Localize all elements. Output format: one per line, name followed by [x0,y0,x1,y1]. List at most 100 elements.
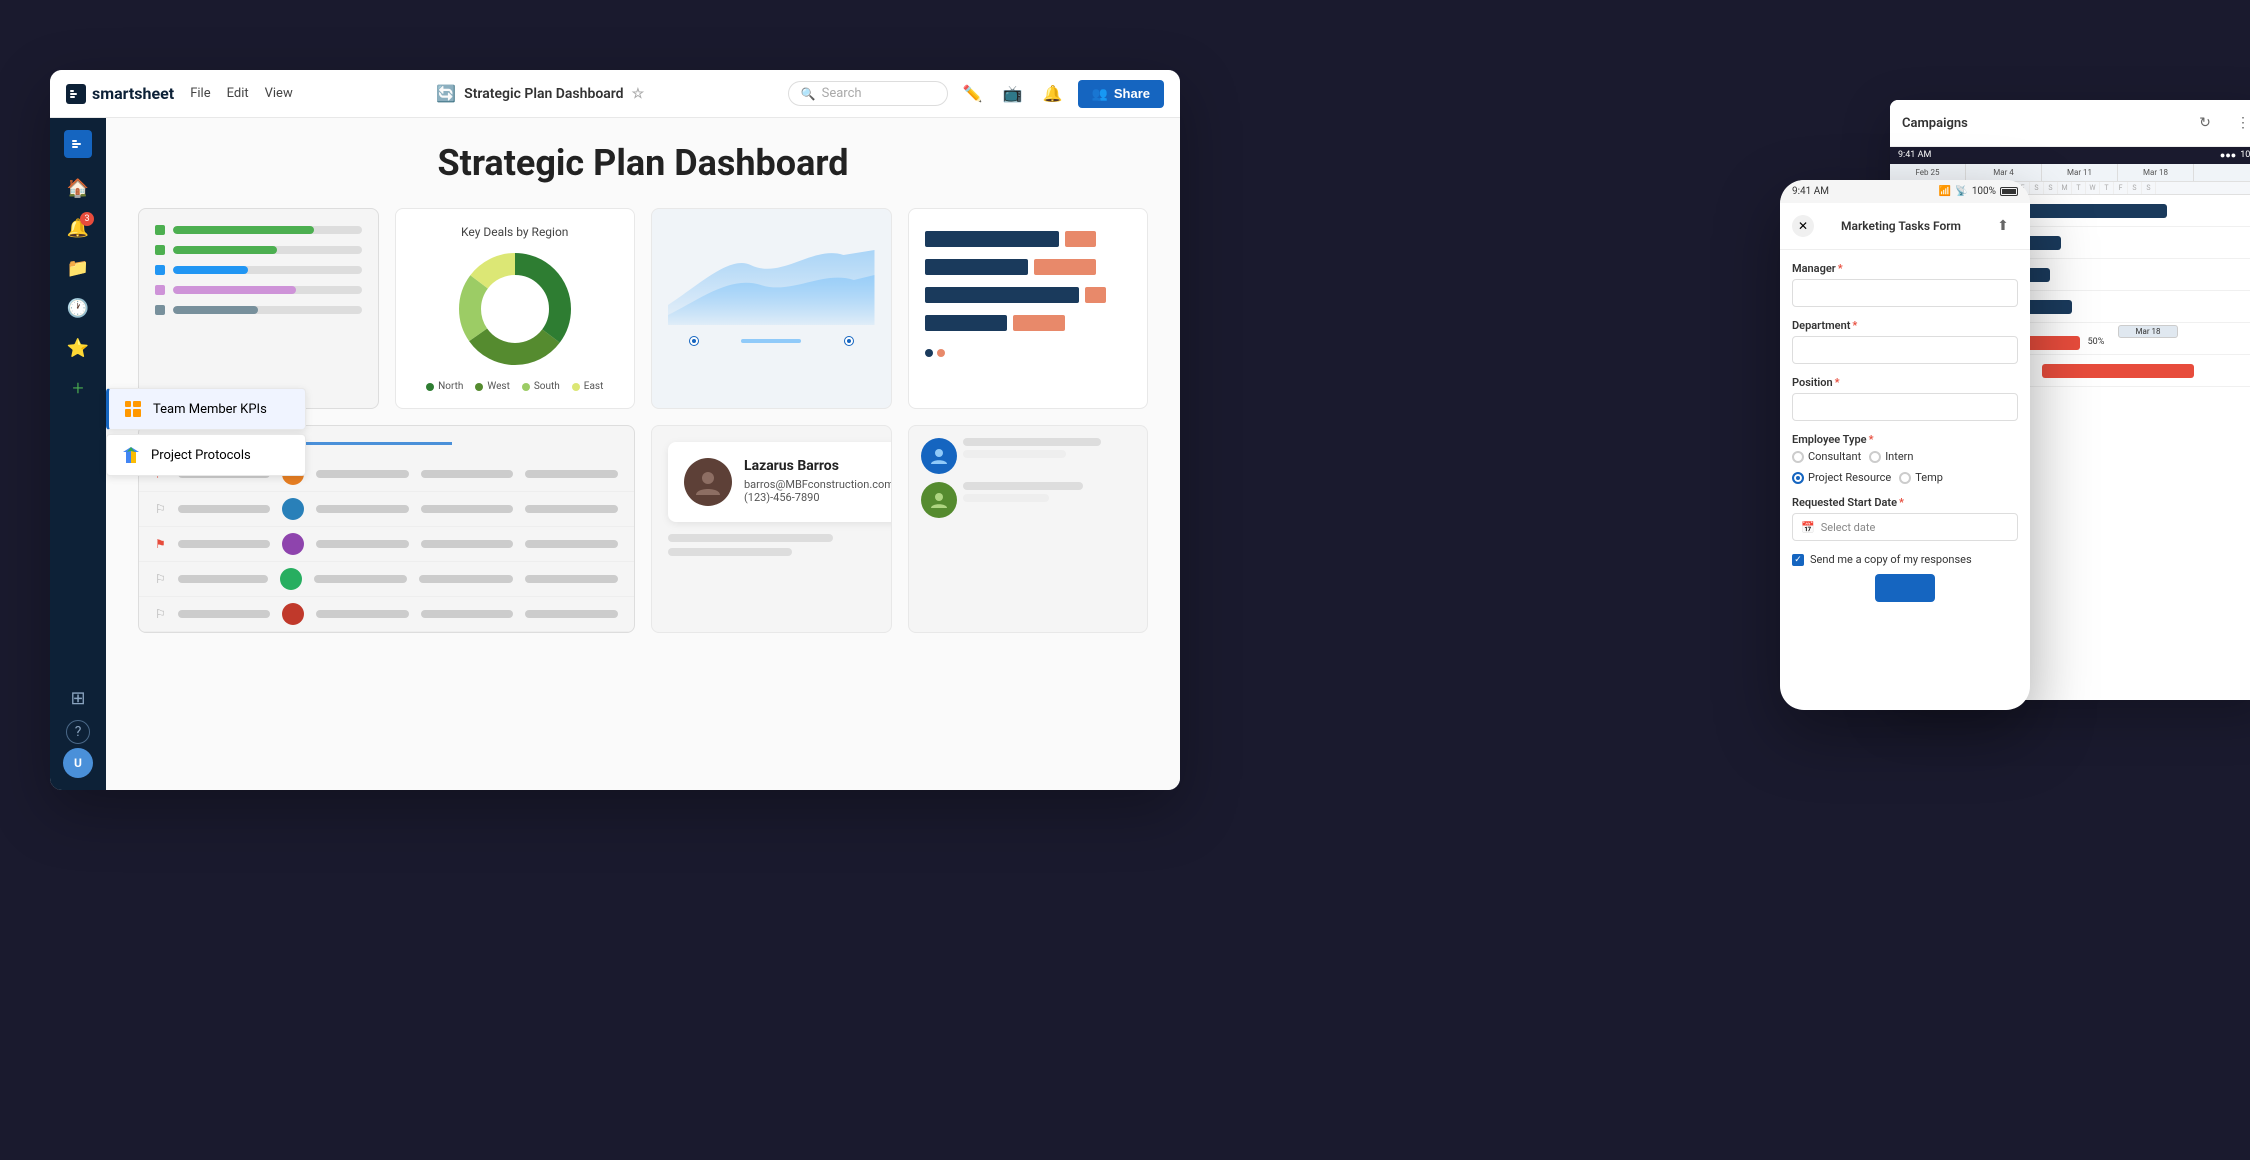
employee-type-label: Employee Type * [1792,433,2018,446]
calendar-icon: 📅 [1801,521,1815,534]
checkbox-copy[interactable]: ✓ [1792,554,1804,566]
donut-legend: North West South [412,381,619,392]
legend-west: West [475,381,509,392]
radio-project-resource[interactable]: Project Resource [1792,471,1891,484]
east-dot [572,383,580,391]
right-filler-2 [963,450,1067,458]
donut-title: Key Deals by Region [412,225,619,239]
gantt-day-t5: T [2100,182,2114,194]
contact-avatars-row: Lazarus Barros barros@MBFconstruction.co… [668,442,875,522]
logo-icon [66,84,86,104]
file-menu[interactable]: File [190,86,210,101]
present-icon[interactable]: 📺 [998,79,1028,109]
kpi-bar-fill-5 [173,306,258,314]
radio-temp[interactable]: Temp [1899,471,1943,484]
start-date-field: Requested Start Date * 📅 Select date [1792,496,2018,541]
position-input[interactable] [1792,393,2018,421]
radio-consultant[interactable]: Consultant [1792,450,1861,463]
logo-text: smartsheet [92,84,174,103]
edit-icon[interactable]: ✏️ [958,79,988,109]
kpi-dot-1 [155,225,165,235]
table-bar-17 [178,610,271,618]
protocols-icon [121,445,141,465]
table-bar-20 [525,610,618,618]
required-star-2: * [1852,319,1857,332]
widget-right [908,425,1149,633]
contact-avatar [684,458,732,506]
gantt-header: Campaigns ↻ ⋮ [1890,100,2250,147]
dropdown-item-kpis[interactable]: Team Member KPIs [106,388,306,430]
gantt-percent: 50% [2088,337,2105,347]
table-bar-8 [525,505,618,513]
kpi-bar-bg-1 [173,226,362,234]
legend-north: North [426,381,463,392]
department-label: Department * [1792,319,2018,332]
kpi-bar-bg-3 [173,266,362,274]
right-widget-avatars-2 [921,482,1136,518]
gantt-day-t4: T [2072,182,2086,194]
dashboard-title: Strategic Plan Dashboard [464,86,623,102]
contact-filler-2 [668,548,792,556]
sidebar-item-favorites[interactable]: ⭐ [60,330,96,366]
kpi-dot-3 [155,265,165,275]
battery-label: 100% [1972,186,1996,197]
widget-bar [908,208,1149,409]
sidebar: 🏠 🔔 3 📁 🕐 ⭐ + ⊞ ? U [50,118,106,790]
h-bar-coral-1 [1065,231,1096,247]
sidebar-item-notifications[interactable]: 🔔 3 [60,210,96,246]
sidebar-item-apps[interactable]: ⊞ [60,680,96,716]
h-bar-navy-2 [925,259,1028,275]
contact-phone: (123)-456-7890 [744,491,892,504]
department-input[interactable] [1792,336,2018,364]
manager-input[interactable] [1792,279,2018,307]
sidebar-item-home[interactable]: 🏠 [60,170,96,206]
flag-gray-icon-1: ⚐ [155,502,166,516]
favorite-star-icon[interactable]: ☆ [632,86,645,102]
kpi-dot-4 [155,285,165,295]
table-bar-18 [316,610,409,618]
notification-bell-icon[interactable]: 🔔 [1038,79,1068,109]
kpi-bar-fill-3 [173,266,248,274]
browser-window: smartsheet File Edit View 🔄 Strategic Pl… [50,70,1180,790]
app-logo: smartsheet [66,84,174,104]
sidebar-item-add[interactable]: + [60,370,96,406]
sidebar-dropdown: Team Member KPIs Project Protocols [106,388,306,480]
h-bar-dot-navy [925,349,933,357]
view-menu[interactable]: View [265,86,293,101]
search-placeholder: Search [822,86,862,101]
table-bar-11 [421,540,514,548]
user-avatar[interactable]: U [63,748,93,778]
gantt-month-overflow [2194,164,2250,181]
required-star-1: * [1838,262,1843,275]
sidebar-item-folders[interactable]: 📁 [60,250,96,286]
gantt-menu-icon[interactable]: ⋮ [2228,108,2250,138]
north-dot [426,383,434,391]
share-button[interactable]: 👥 Share [1078,80,1164,108]
h-bar-navy-1 [925,231,1059,247]
gantt-day-f3: F [2114,182,2128,194]
date-input[interactable]: 📅 Select date [1792,513,2018,541]
h-bar-coral-3 [1085,287,1106,303]
topbar-center: 🔄 Strategic Plan Dashboard ☆ [309,84,772,103]
table-bar-16 [525,575,618,583]
search-box[interactable]: 🔍 Search [788,81,948,106]
dropdown-item-protocols[interactable]: Project Protocols [106,434,306,476]
sidebar-item-history[interactable]: 🕐 [60,290,96,326]
close-button[interactable]: ✕ [1792,215,1814,237]
search-icon: 🔍 [801,87,816,101]
sidebar-item-help[interactable]: ? [66,720,90,744]
kpi-bar-3 [155,265,362,275]
kpi-bar-2 [155,245,362,255]
widget-contact: Lazarus Barros barros@MBFconstruction.co… [651,425,892,633]
radio-intern[interactable]: Intern [1869,450,1913,463]
gantt-day-s3: S [2030,182,2044,194]
sidebar-bottom: ⊞ ? U [60,680,96,778]
gantt-refresh-icon[interactable]: ↻ [2190,108,2220,138]
h-bar-coral-4 [1013,315,1065,331]
kpi-bar-bg-4 [173,286,362,294]
gantt-month-mar11: Mar 11 [2042,164,2118,181]
edit-menu[interactable]: Edit [227,86,249,101]
right-widget-text-2 [963,482,1136,518]
submit-button[interactable] [1875,574,1935,602]
share-icon[interactable]: ⬆ [1988,211,2018,241]
